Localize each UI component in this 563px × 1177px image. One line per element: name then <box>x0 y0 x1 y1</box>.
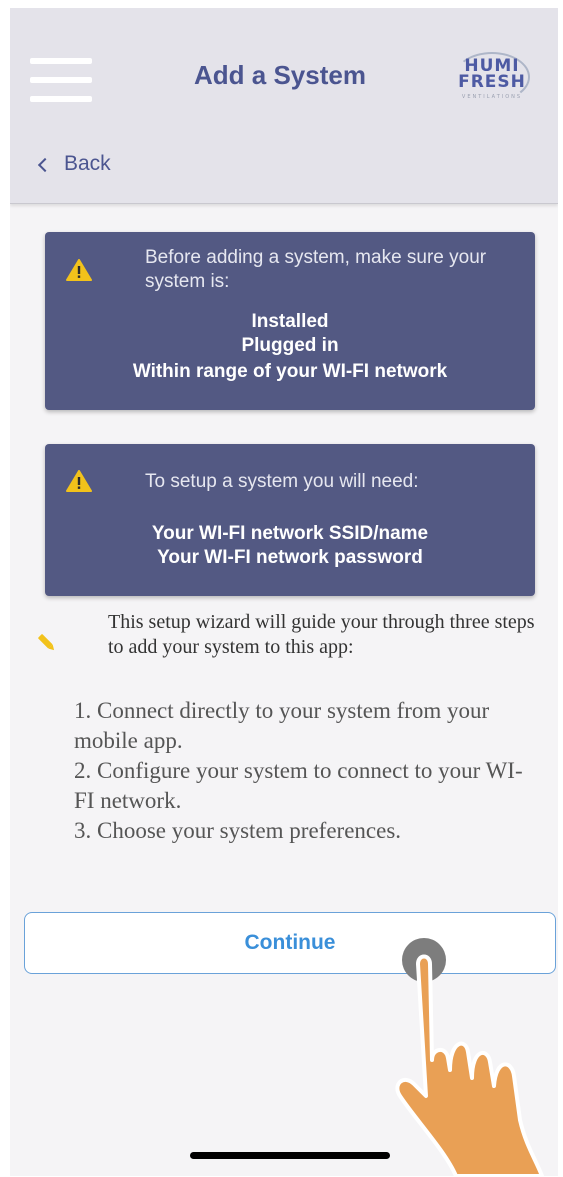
tap-hand-icon <box>395 938 544 1176</box>
humifresh-logo: HUMI FRESH VENTILATIONS <box>448 50 536 106</box>
warning-icon <box>66 259 92 281</box>
hamburger-menu-icon[interactable] <box>30 58 94 102</box>
wizard-step-2: 2. Configure your system to connect to y… <box>74 758 523 813</box>
wizard-steps-list: 1. Connect directly to your system from … <box>74 696 534 846</box>
app-header: Add a System HUMI FRESH VENTILATIONS Bac… <box>10 8 558 204</box>
back-label: Back <box>64 152 111 175</box>
logo-tagline: VENTILATIONS <box>461 94 523 100</box>
requirement-plugged-in: Plugged in <box>241 335 339 356</box>
pencil-icon <box>38 634 55 651</box>
page-title: Add a System <box>194 60 366 90</box>
wizard-step-1: 1. Connect directly to your system from … <box>74 698 490 753</box>
requirement-installed: Installed <box>251 311 329 332</box>
chevron-left-icon <box>37 157 53 172</box>
setup-requirements-card: To setup a system you will need: Your WI… <box>45 444 535 596</box>
wizard-intro-text: This setup wizard will guide your throug… <box>108 611 535 658</box>
logo-line-2: FRESH <box>458 72 526 92</box>
setup-requirements-lead: To setup a system you will need: <box>145 471 419 492</box>
installation-notice-lead: Before adding a system, make sure your s… <box>145 247 487 292</box>
wizard-step-3: 3. Choose your system preferences. <box>74 818 402 843</box>
back-button[interactable]: Back <box>37 152 111 176</box>
home-indicator <box>190 1152 390 1159</box>
requirement-wifi-range: Within range of your WI-FI network <box>132 361 448 382</box>
requirement-ssid: Your WI-FI network SSID/name <box>151 523 429 544</box>
warning-icon <box>66 470 92 492</box>
requirement-password: Your WI-FI network password <box>157 547 423 568</box>
installation-notice-card: Before adding a system, make sure your s… <box>45 232 535 410</box>
